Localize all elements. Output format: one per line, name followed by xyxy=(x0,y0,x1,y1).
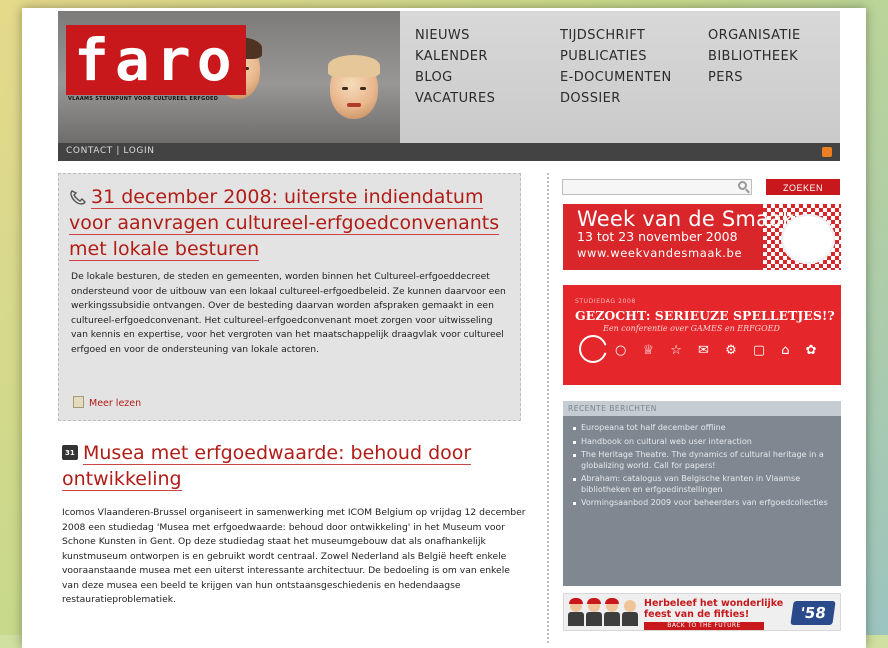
read-more-link[interactable]: Meer lezen xyxy=(73,396,141,409)
banner-week-van-de-smaak[interactable]: Week van de Smaak 13 tot 23 november 200… xyxy=(563,204,841,270)
nav-pers[interactable]: PERS xyxy=(708,67,801,88)
article-card: 31 december 2008: uiterste indiendatum v… xyxy=(58,173,521,421)
header-photo: faro VLAAMS STEUNPUNT VOOR CULTUREEL ERF… xyxy=(58,11,400,143)
fifties-people-image xyxy=(568,598,638,628)
recent-posts-list: Europeana tot half december offline Hand… xyxy=(573,423,835,512)
nav-bibliotheek[interactable]: BIBLIOTHEEK xyxy=(708,46,801,67)
nav-publicaties[interactable]: PUBLICATIES xyxy=(560,46,672,67)
nav-nieuws[interactable]: NIEUWS xyxy=(415,25,495,46)
recent-posts-heading: RECENTE BERICHTEN xyxy=(563,401,841,416)
contact-login-links[interactable]: CONTACT | LOGIN xyxy=(66,146,155,156)
article-body: Icomos Vlaanderen-Brussel organiseert in… xyxy=(62,507,526,605)
phone-icon xyxy=(70,190,86,205)
banner-label: STUDIEDAG 2008 xyxy=(575,298,636,305)
nav-vacatures[interactable]: VACATURES xyxy=(415,88,495,109)
banner-ribbon: BACK TO THE FUTURE xyxy=(644,622,764,630)
nav-column-1: NIEUWS KALENDER BLOG VACATURES xyxy=(415,25,495,109)
list-item[interactable]: Vormingsaanbod 2009 voor beheerders van … xyxy=(573,498,835,509)
pacman-icon xyxy=(579,335,607,363)
nav-dossier[interactable]: DOSSIER xyxy=(560,88,672,109)
faro-logo[interactable]: faro xyxy=(66,25,246,95)
nav-column-2: TIJDSCHRIFT PUBLICATIES E-DOCUMENTEN DOS… xyxy=(560,25,672,109)
recent-posts: RECENTE BERICHTEN Europeana tot half dec… xyxy=(563,401,841,586)
banner-fifties[interactable]: Herbeleef het wonderlijke feest van de f… xyxy=(563,593,841,631)
page: faro VLAAMS STEUNPUNT VOOR CULTUREEL ERF… xyxy=(22,8,866,648)
banner-dates: 13 tot 23 november 2008 xyxy=(577,229,738,244)
read-more-label: Meer lezen xyxy=(89,398,142,409)
article-card: 31 Musea met erfgoedwaarde: behoud door o… xyxy=(58,433,528,648)
search-input[interactable] xyxy=(562,179,752,195)
banner-serieuze-spelletjes[interactable]: STUDIEDAG 2008 GEZOCHT: SERIEUZE SPELLET… xyxy=(563,285,841,385)
rss-icon[interactable] xyxy=(822,147,832,157)
list-item[interactable]: Abraham: catalogus van Belgische kranten… xyxy=(573,474,835,495)
document-icon xyxy=(73,396,84,408)
calendar-icon: 31 xyxy=(62,445,78,460)
site-header: faro VLAAMS STEUNPUNT VOOR CULTUREEL ERF… xyxy=(58,11,840,161)
article-title-text: Musea met erfgoedwaarde: behoud door ont… xyxy=(62,442,472,491)
banner-subtitle: Een conferentie over GAMES en ERFGOED xyxy=(603,324,780,333)
logo-tagline: VLAAMS STEUNPUNT VOOR CULTUREEL ERFGOED xyxy=(68,96,219,102)
list-item[interactable]: Handbook on cultural web user interactio… xyxy=(573,437,835,448)
article-body: De lokale besturen, de steden en gemeent… xyxy=(71,271,506,355)
article-title[interactable]: 31 december 2008: uiterste indiendatum v… xyxy=(69,184,509,262)
calendar-day: 31 xyxy=(65,449,75,457)
column-divider xyxy=(547,173,549,643)
banner-title: GEZOCHT: SERIEUZE SPELLETJES!? xyxy=(575,308,835,323)
banner-title: Week van de Smaak xyxy=(577,207,795,231)
nav-blog[interactable]: BLOG xyxy=(415,67,495,88)
banner-badge: '58 xyxy=(790,601,836,625)
nav-column-3: ORGANISATIE BIBLIOTHEEK PERS xyxy=(708,25,801,88)
nav-tijdschrift[interactable]: TIJDSCHRIFT xyxy=(560,25,672,46)
article-title-text: 31 december 2008: uiterste indiendatum v… xyxy=(69,186,500,261)
nav-organisatie[interactable]: ORGANISATIE xyxy=(708,25,801,46)
banner-url: www.weekvandesmaak.be xyxy=(577,246,743,260)
mask-photo xyxy=(328,55,380,119)
list-item[interactable]: The Heritage Theatre. The dynamics of cu… xyxy=(573,450,835,471)
banner-text: Herbeleef het wonderlijke feest van de f… xyxy=(644,598,784,620)
article-title[interactable]: 31 Musea met erfgoedwaarde: behoud door o… xyxy=(62,440,502,492)
nav-kalender[interactable]: KALENDER xyxy=(415,46,495,67)
list-item[interactable]: Europeana tot half december offline xyxy=(573,423,835,434)
game-icons: ○ ♕ ☆ ✉ ⚙ ▢ ⌂ ✿ xyxy=(615,343,823,358)
logo-text: faro xyxy=(74,26,238,94)
search-button[interactable]: ZOEKEN xyxy=(766,179,840,195)
main-nav: NIEUWS KALENDER BLOG VACATURES TIJDSCHRI… xyxy=(400,11,840,143)
nav-e-documenten[interactable]: E-DOCUMENTEN xyxy=(560,67,672,88)
utility-bar: CONTACT | LOGIN xyxy=(58,143,840,161)
search-icon[interactable] xyxy=(738,181,747,190)
